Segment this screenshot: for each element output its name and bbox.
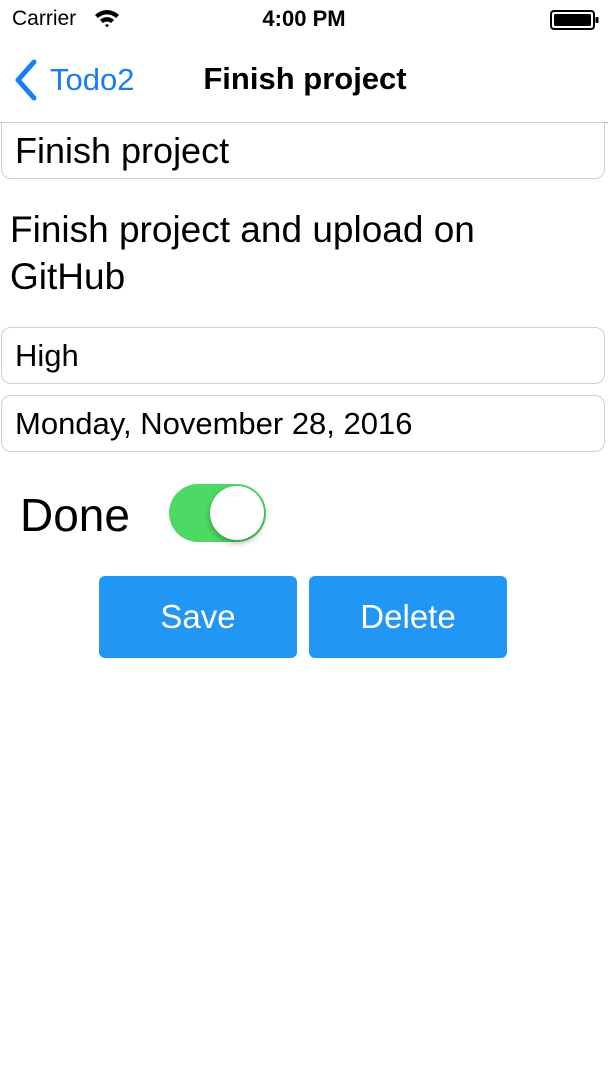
back-button[interactable]: Todo2 xyxy=(12,56,134,104)
battery-icon xyxy=(550,10,599,30)
done-label: Done xyxy=(20,489,130,541)
delete-button[interactable]: Delete xyxy=(309,576,507,658)
navigation-bar: Todo2 Finish project xyxy=(0,40,608,123)
back-button-label: Todo2 xyxy=(50,62,135,97)
priority-field[interactable]: High xyxy=(1,327,605,384)
page-title: Finish project xyxy=(203,61,407,96)
done-toggle[interactable] xyxy=(169,484,266,542)
due-date-field[interactable]: Monday, November 28, 2016 xyxy=(1,395,605,452)
save-button[interactable]: Save xyxy=(99,576,297,658)
clock: 4:00 PM xyxy=(262,6,346,31)
status-bar: Carrier 4:00 PM xyxy=(0,0,608,40)
description-text[interactable]: Finish project and upload on GitHub xyxy=(10,206,570,300)
todo-detail-screen: Carrier 4:00 PM Todo2 Finish project Fin… xyxy=(0,0,608,1080)
chevron-left-icon xyxy=(15,59,37,101)
toggle-knob xyxy=(210,486,264,540)
title-field[interactable]: Finish project xyxy=(1,122,605,179)
